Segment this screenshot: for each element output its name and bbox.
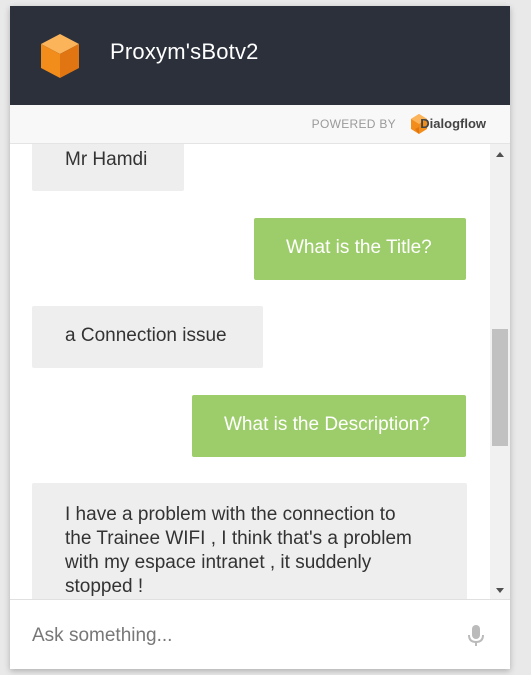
- scrollbar-thumb[interactable]: [492, 329, 508, 446]
- input-bar: [10, 599, 510, 669]
- microphone-icon[interactable]: [467, 624, 485, 648]
- chat-widget: Proxym'sBotv2 POWERED BY Dialogflow Mr H…: [10, 6, 510, 669]
- user-message: What is the Description?: [192, 395, 466, 457]
- message-scrollbar[interactable]: [490, 144, 510, 599]
- cube-logo-icon: [41, 34, 79, 78]
- bot-message: a Connection issue: [32, 306, 263, 368]
- bot-message: I have a problem with the connection to …: [32, 483, 467, 599]
- powered-by-label: POWERED BY: [311, 117, 396, 131]
- chat-header: Proxym'sBotv2: [10, 6, 510, 105]
- bot-title: Proxym'sBotv2: [110, 39, 259, 64]
- dialogflow-brand: Dialogflow: [420, 116, 486, 131]
- message-list: Mr Hamdi What is the Title? a Connection…: [10, 144, 490, 599]
- message-input[interactable]: [30, 620, 454, 652]
- user-message: What is the Title?: [254, 218, 466, 280]
- bot-message: Mr Hamdi: [32, 144, 184, 191]
- scroll-up-arrow-icon[interactable]: [496, 152, 504, 157]
- scroll-down-arrow-icon[interactable]: [496, 588, 504, 593]
- powered-by-bar: POWERED BY Dialogflow: [10, 105, 510, 144]
